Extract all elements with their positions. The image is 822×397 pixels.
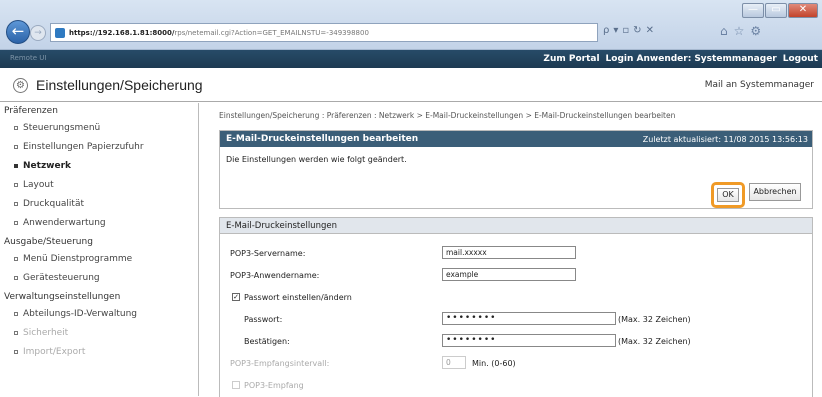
pop3-server-input[interactable]: mail.xxxxx (442, 246, 576, 259)
password-label: Passwort: (244, 315, 283, 324)
bullet-icon (14, 220, 18, 225)
sidebar-item-import-export[interactable]: Import/Export (0, 344, 198, 363)
sidebar-item-anwenderwartung[interactable]: Anwenderwartung (0, 215, 198, 234)
refresh-icon[interactable]: ↻ (633, 25, 641, 36)
edit-panel: E-Mail-Druckeinstellungen bearbeiten Zul… (219, 130, 813, 209)
search-icon[interactable]: ρ (603, 25, 609, 36)
address-bar[interactable]: https://192.168.1.81:8000/ rps/netemail.… (50, 23, 598, 42)
sidebar-item-abteilungs-id[interactable]: Abteilungs-ID-Verwaltung (0, 306, 198, 325)
pop3-user-input[interactable]: example (442, 268, 576, 281)
sidebar-item-label: Abteilungs-ID-Verwaltung (23, 309, 138, 319)
home-icon[interactable]: ⌂ (720, 24, 728, 38)
sidebar-item-label: Import/Export (23, 347, 86, 357)
sidebar-item-netzwerk[interactable]: Netzwerk (0, 158, 198, 177)
bullet-icon (14, 163, 18, 168)
sidebar-item-label: Netzwerk (23, 161, 72, 171)
ok-button-highlight: OK (711, 182, 745, 208)
maximize-button[interactable]: ▭ (765, 3, 787, 18)
dropdown-icon[interactable]: ▾ (613, 25, 618, 36)
interval-label: POP3-Empfangsintervall: (230, 359, 330, 368)
forward-button[interactable]: → (30, 25, 46, 41)
bullet-icon (14, 330, 18, 335)
minimize-button[interactable]: — (742, 3, 764, 18)
ok-button[interactable]: OK (717, 188, 739, 202)
pop3-receive-checkbox[interactable] (232, 381, 240, 389)
portal-link[interactable]: Zum Portal (543, 54, 599, 64)
sidebar: Präferenzen Steuerungsmenü Einstellungen… (0, 103, 199, 396)
sidebar-item-label: Menü Dienstprogramme (23, 254, 133, 264)
url-host: https://192.168.1.81:8000/ (69, 28, 175, 37)
close-button[interactable]: ✕ (788, 3, 818, 18)
sidebar-item-druckqualitaet[interactable]: Druckqualität (0, 196, 198, 215)
bullet-icon (14, 125, 18, 130)
pop3-server-label: POP3-Servername: (230, 249, 306, 258)
sidebar-item-label: Anwenderwartung (23, 218, 106, 228)
login-user-label: Login Anwender: (605, 54, 692, 64)
confirm-input[interactable]: •••••••• (442, 334, 616, 347)
sidebar-item-dienstprogramme[interactable]: Menü Dienstprogramme (0, 251, 198, 270)
pop3-receive-label: POP3-Empfang (244, 381, 304, 390)
sidebar-section-output: Ausgabe/Steuerung (4, 237, 93, 247)
browser-chrome: — ▭ ✕ ← → https://192.168.1.81:8000/ rps… (0, 0, 822, 50)
set-password-checkbox[interactable]: ✓ (232, 293, 240, 301)
cancel-button[interactable]: Abbrechen (749, 183, 801, 201)
bullet-icon (14, 144, 18, 149)
browser-tools: ⌂ ☆ ⚙ (720, 24, 761, 38)
stop-icon[interactable]: ✕ (646, 25, 654, 36)
window-controls: — ▭ ✕ (741, 3, 818, 18)
edit-message: Die Einstellungen werden wie folgt geänd… (226, 155, 407, 164)
last-updated-timestamp: Zuletzt aktualisiert: 11/08 2015 13:56:1… (642, 135, 808, 144)
pop3-user-label: POP3-Anwendername: (230, 271, 320, 280)
favorites-star-icon[interactable]: ☆ (734, 24, 745, 38)
interval-hint: Min. (0-60) (472, 359, 516, 368)
sidebar-item-label: Steuerungsmenü (23, 123, 101, 133)
password-hint: (Max. 32 Zeichen) (618, 315, 691, 324)
bullet-icon (14, 311, 18, 316)
bullet-icon (14, 256, 18, 261)
edit-panel-header: E-Mail-Druckeinstellungen bearbeiten Zul… (220, 131, 812, 147)
bullet-icon (14, 182, 18, 187)
sidebar-item-geraetesteuerung[interactable]: Gerätesteuerung (0, 270, 198, 289)
page-title: Einstellungen/Speicherung (36, 77, 203, 93)
settings-panel-title: E-Mail-Druckeinstellungen (220, 218, 812, 234)
app-label: Remote UI (10, 54, 47, 62)
sidebar-item-steuerungsmenue[interactable]: Steuerungsmenü (0, 120, 198, 139)
settings-gear-icon: ⚙ (13, 78, 28, 93)
bullet-icon (14, 275, 18, 280)
confirm-label: Bestätigen: (244, 337, 290, 346)
edit-panel-title: E-Mail-Druckeinstellungen bearbeiten (226, 134, 419, 144)
bullet-icon (14, 349, 18, 354)
logout-link[interactable]: Logout (783, 54, 818, 64)
settings-panel: E-Mail-Druckeinstellungen POP3-Servernam… (219, 217, 813, 397)
login-user-name: Systemmanager (694, 54, 777, 64)
sidebar-item-label: Druckqualität (23, 199, 85, 209)
address-tools: ρ ▾ ▫ ↻ ✕ (603, 25, 654, 36)
breadcrumb: Einstellungen/Speicherung : Präferenzen … (219, 111, 676, 120)
sidebar-item-sicherheit[interactable]: Sicherheit (0, 325, 198, 344)
sidebar-item-label: Gerätesteuerung (23, 273, 100, 283)
sidebar-section-admin: Verwaltungseinstellungen (4, 292, 121, 302)
sidebar-item-papierzufuhr[interactable]: Einstellungen Papierzufuhr (0, 139, 198, 158)
sidebar-item-label: Sicherheit (23, 328, 69, 338)
top-bar: Remote UI Zum Portal Login Anwender: Sys… (0, 50, 822, 68)
set-password-label: Passwort einstellen/ändern (244, 293, 352, 302)
password-input[interactable]: •••••••• (442, 312, 616, 325)
mail-to-admin-link[interactable]: Mail an Systemmanager (705, 80, 814, 90)
sidebar-item-layout[interactable]: Layout (0, 177, 198, 196)
sidebar-item-label: Einstellungen Papierzufuhr (23, 142, 144, 152)
settings-gear-icon[interactable]: ⚙ (750, 24, 761, 38)
interval-input[interactable]: 0 (442, 356, 466, 369)
bullet-icon (14, 201, 18, 206)
back-button[interactable]: ← (6, 20, 30, 44)
main-content: Einstellungen/Speicherung : Präferenzen … (214, 103, 816, 397)
page-header: ⚙ Einstellungen/Speicherung Mail an Syst… (0, 68, 822, 102)
site-icon (55, 27, 65, 38)
url-path: rps/netemail.cgi?Action=GET_EMAILNSTU=-3… (174, 28, 369, 37)
confirm-hint: (Max. 32 Zeichen) (618, 337, 691, 346)
certificate-icon[interactable]: ▫ (622, 25, 629, 36)
sidebar-section-preferences: Präferenzen (4, 106, 58, 116)
sidebar-item-label: Layout (23, 180, 54, 190)
